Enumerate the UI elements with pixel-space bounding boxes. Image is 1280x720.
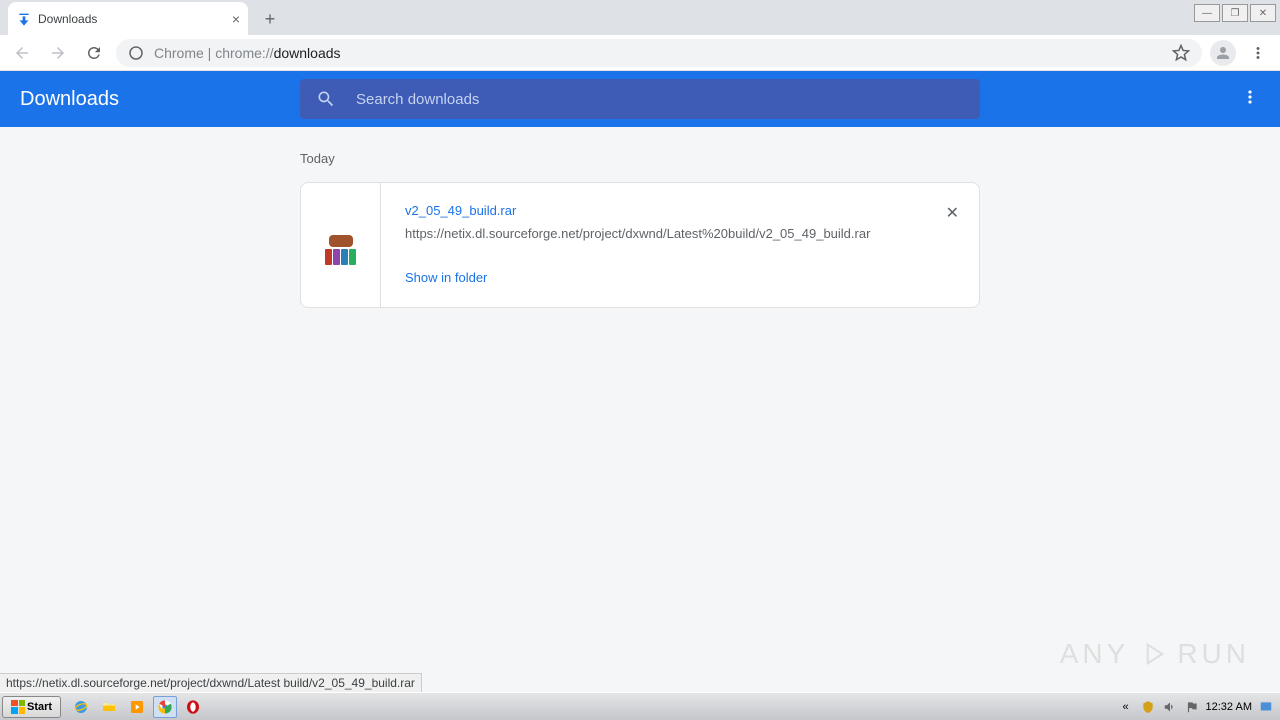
- back-button[interactable]: [8, 39, 36, 67]
- show-desktop-button[interactable]: [1258, 699, 1274, 715]
- taskbar: Start « 12:32 AM: [0, 692, 1280, 720]
- file-icon-area: [301, 183, 381, 307]
- minimize-button[interactable]: —: [1194, 4, 1220, 22]
- search-input[interactable]: [356, 91, 964, 108]
- downloads-header: Downloads: [0, 71, 1280, 127]
- search-container[interactable]: [300, 79, 980, 119]
- file-name-link[interactable]: v2_05_49_build.rar: [405, 203, 955, 218]
- system-tray: « 12:32 AM: [1118, 699, 1278, 715]
- rar-file-icon: [325, 233, 357, 265]
- clock[interactable]: 12:32 AM: [1206, 701, 1252, 713]
- omnibox-text: Chrome | chrome://downloads: [154, 45, 341, 61]
- windows-logo-icon: [11, 700, 25, 714]
- browser-chrome: Downloads × + — ❐ ✕ Chrome | chrome://do…: [0, 0, 1280, 71]
- profile-avatar[interactable]: [1210, 40, 1236, 66]
- start-button[interactable]: Start: [2, 696, 61, 718]
- browser-toolbar: Chrome | chrome://downloads: [0, 35, 1280, 71]
- address-bar[interactable]: Chrome | chrome://downloads: [116, 39, 1202, 67]
- taskbar-apps: [69, 696, 205, 718]
- downloads-list: Today v2_05_49_build.rar https://netix.d…: [300, 151, 980, 692]
- search-icon: [316, 89, 336, 109]
- tab-title: Downloads: [38, 12, 97, 26]
- file-source-url: https://netix.dl.sourceforge.net/project…: [405, 226, 955, 241]
- security-tray-icon[interactable]: [1140, 699, 1156, 715]
- status-bar: https://netix.dl.sourceforge.net/project…: [0, 673, 422, 692]
- bookmark-icon[interactable]: [1172, 44, 1190, 62]
- remove-download-button[interactable]: ✕: [946, 203, 959, 223]
- download-item: v2_05_49_build.rar https://netix.dl.sour…: [300, 182, 980, 308]
- file-info: v2_05_49_build.rar https://netix.dl.sour…: [381, 183, 979, 307]
- browser-menu-button[interactable]: [1244, 39, 1272, 67]
- volume-tray-icon[interactable]: [1162, 699, 1178, 715]
- tab-strip: Downloads × + — ❐ ✕: [0, 0, 1280, 35]
- window-controls: — ❐ ✕: [1194, 4, 1276, 22]
- media-player-taskbar-icon[interactable]: [125, 696, 149, 718]
- maximize-button[interactable]: ❐: [1222, 4, 1248, 22]
- chrome-taskbar-icon[interactable]: [153, 696, 177, 718]
- flag-tray-icon[interactable]: [1184, 699, 1200, 715]
- ie-taskbar-icon[interactable]: [69, 696, 93, 718]
- reload-button[interactable]: [80, 39, 108, 67]
- close-window-button[interactable]: ✕: [1250, 4, 1276, 22]
- tray-expand-icon[interactable]: «: [1118, 699, 1134, 715]
- show-in-folder-link[interactable]: Show in folder: [405, 270, 487, 285]
- downloads-body: Today v2_05_49_build.rar https://netix.d…: [0, 127, 1280, 692]
- opera-taskbar-icon[interactable]: [181, 696, 205, 718]
- start-label: Start: [27, 701, 52, 713]
- browser-tab[interactable]: Downloads ×: [8, 2, 248, 35]
- site-info-icon: [128, 45, 144, 61]
- downloads-menu-button[interactable]: [1240, 87, 1260, 112]
- explorer-taskbar-icon[interactable]: [97, 696, 121, 718]
- forward-button[interactable]: [44, 39, 72, 67]
- new-tab-button[interactable]: +: [256, 5, 284, 33]
- download-icon: [16, 11, 32, 27]
- tab-close-button[interactable]: ×: [232, 11, 240, 27]
- section-label: Today: [300, 151, 980, 166]
- page-title: Downloads: [20, 88, 300, 111]
